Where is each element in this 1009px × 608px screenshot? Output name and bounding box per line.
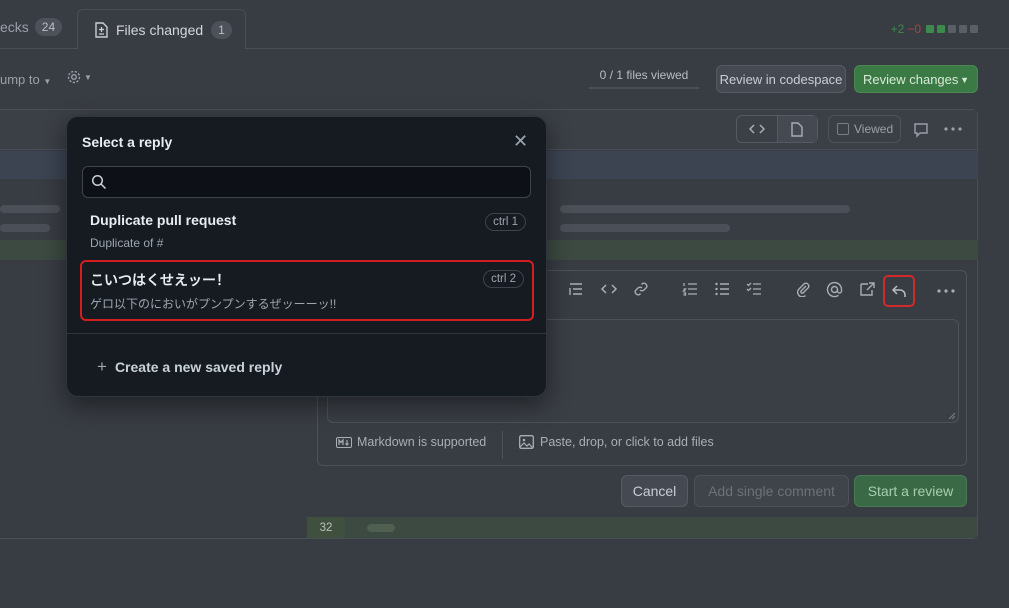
tab-files-label: Files changed bbox=[116, 21, 204, 38]
review-changes-label: Review changes bbox=[863, 71, 959, 87]
add-single-comment-button[interactable]: Add single comment bbox=[694, 475, 849, 507]
checks-counter: 24 bbox=[34, 18, 63, 36]
dialog-title: Select a reply bbox=[82, 134, 173, 150]
blurred-code-line bbox=[0, 224, 50, 232]
create-saved-reply-label: Create a new saved reply bbox=[114, 359, 283, 375]
saved-reply-name: こいつはくせえッー！ bbox=[90, 272, 230, 288]
mention-icon[interactable] bbox=[826, 281, 843, 298]
attach-icon[interactable] bbox=[795, 281, 811, 297]
line-number[interactable]: 32 bbox=[307, 517, 345, 538]
tab-files-changed[interactable]: Files changed 1 bbox=[77, 9, 246, 49]
saved-reply-button[interactable] bbox=[883, 275, 915, 307]
cancel-button[interactable]: Cancel bbox=[621, 475, 688, 507]
start-review-button[interactable]: Start a review bbox=[854, 475, 967, 507]
diff-line-added: 32 bbox=[307, 517, 977, 538]
saved-reply-item[interactable]: こいつはくせえッー！ ゲロ以下のにおいがプンプンするぜッーーッ!! ctrl 2 bbox=[80, 260, 534, 321]
pr-tab-bar: ecks 24 Files changed 1 +2 −0 bbox=[0, 0, 1009, 50]
footer-divider bbox=[502, 431, 503, 459]
file-attachment-area[interactable]: Paste, drop, or click to add files bbox=[519, 435, 714, 449]
blurred-code-line bbox=[367, 524, 395, 532]
markdown-icon bbox=[336, 436, 352, 448]
close-icon[interactable]: ✕ bbox=[513, 132, 528, 150]
markdown-help-link[interactable]: Markdown is supported bbox=[336, 435, 486, 449]
diffstat-deletions: −0 bbox=[907, 22, 921, 36]
review-in-codespace-button[interactable]: Review in codespace bbox=[716, 65, 846, 93]
reply-icon bbox=[891, 285, 906, 297]
kebab-horizontal-icon[interactable] bbox=[944, 127, 962, 131]
file-diff-icon bbox=[95, 21, 108, 38]
files-viewed-progress: 0 / 1 files viewed bbox=[589, 63, 699, 89]
diffstat-block bbox=[959, 25, 967, 33]
viewed-checkbox[interactable]: Viewed bbox=[828, 115, 901, 143]
task-list-icon[interactable] bbox=[746, 281, 762, 297]
dialog-divider bbox=[67, 333, 546, 334]
rich-view-button[interactable] bbox=[776, 116, 817, 142]
kebab-horizontal-icon[interactable] bbox=[937, 289, 955, 293]
quote-icon[interactable] bbox=[568, 281, 584, 297]
keyboard-shortcut: ctrl 1 bbox=[485, 213, 526, 231]
gear-icon bbox=[67, 70, 81, 84]
resize-handle-icon[interactable] bbox=[948, 412, 956, 420]
review-changes-button[interactable]: Review changes ▼ bbox=[854, 65, 978, 93]
settings-dropdown[interactable]: ▼ bbox=[66, 69, 92, 85]
plus-icon: + bbox=[97, 357, 107, 376]
diffstat-block bbox=[926, 25, 934, 33]
ordered-list-icon[interactable] bbox=[682, 281, 698, 297]
unordered-list-icon[interactable] bbox=[714, 281, 730, 297]
files-counter: 1 bbox=[211, 20, 232, 39]
search-icon bbox=[91, 174, 107, 190]
cross-reference-icon[interactable] bbox=[859, 281, 876, 297]
blurred-code-line bbox=[560, 224, 730, 232]
link-icon[interactable] bbox=[633, 281, 649, 297]
tab-checks[interactable]: ecks 24 bbox=[0, 18, 63, 36]
diffstat-block bbox=[970, 25, 978, 33]
saved-replies-dialog: Select a reply ✕ Duplicate pull request … bbox=[66, 116, 547, 397]
diffstat-block bbox=[937, 25, 945, 33]
jump-to-label: ump to bbox=[0, 72, 40, 87]
jump-to-dropdown[interactable]: ump to ▼ bbox=[0, 72, 51, 87]
diffstat-block bbox=[948, 25, 956, 33]
chevron-down-icon: ▼ bbox=[84, 72, 92, 82]
viewed-label: Viewed bbox=[854, 122, 894, 136]
diffstat-additions: +2 bbox=[890, 22, 905, 36]
image-icon bbox=[519, 435, 534, 449]
saved-reply-body: Duplicate of # bbox=[90, 236, 164, 250]
file-icon bbox=[791, 121, 803, 137]
diffstat: +2 −0 bbox=[891, 22, 978, 36]
blurred-code-line bbox=[0, 205, 60, 213]
saved-reply-body: ゲロ以下のにおいがプンプンするぜッーーッ!! bbox=[90, 297, 337, 311]
saved-reply-search-input[interactable] bbox=[82, 166, 531, 198]
comment-icon[interactable] bbox=[913, 122, 929, 138]
keyboard-shortcut: ctrl 2 bbox=[483, 270, 524, 288]
chevron-down-icon: ▼ bbox=[960, 75, 969, 85]
markdown-label: Markdown is supported bbox=[357, 435, 487, 449]
code-icon bbox=[748, 124, 765, 134]
blurred-code-line bbox=[560, 205, 850, 213]
saved-reply-item[interactable]: Duplicate pull request Duplicate of # ct… bbox=[82, 205, 534, 261]
code-icon[interactable] bbox=[600, 281, 618, 297]
code-view-button[interactable] bbox=[737, 116, 777, 142]
checkbox-square bbox=[837, 123, 849, 135]
view-mode-toggle bbox=[736, 115, 818, 143]
saved-reply-name: Duplicate pull request bbox=[90, 212, 237, 228]
paste-label: Paste, drop, or click to add files bbox=[540, 435, 714, 449]
create-saved-reply-button[interactable]: + Create a new saved reply bbox=[97, 357, 282, 377]
tab-checks-label: ecks bbox=[0, 19, 29, 35]
chevron-down-icon: ▼ bbox=[43, 77, 52, 86]
